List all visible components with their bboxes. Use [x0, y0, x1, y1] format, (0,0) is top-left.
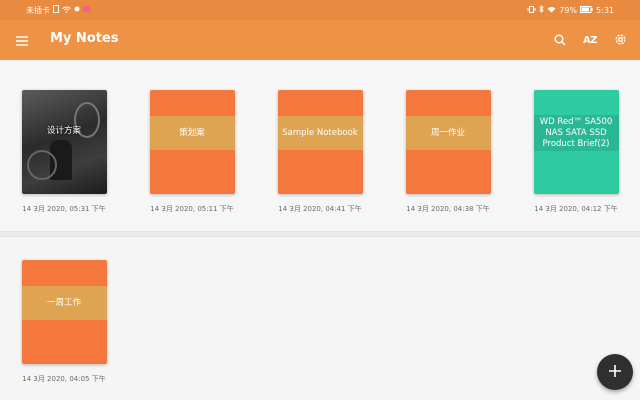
note-title: 一周工作 — [46, 297, 81, 308]
vibrate-icon — [527, 5, 536, 15]
notification-icon — [74, 6, 80, 14]
cover-band: Sample Notebook — [277, 116, 363, 150]
plus-icon — [608, 363, 622, 382]
status-bar-right: 79% 5:31 — [527, 4, 614, 15]
note-date: 14 3月 2020, 04:41 下午 — [278, 205, 362, 213]
wifi-signal-icon — [547, 6, 556, 15]
note-cover[interactable]: 设计方案 — [21, 90, 107, 194]
settings-button[interactable] — [610, 30, 630, 50]
carrier-label: 未插卡 — [26, 5, 50, 15]
note-item[interactable]: 策划案 14 3月 2020, 05:11 下午 — [132, 90, 252, 214]
battery-percent: 79% — [559, 5, 578, 15]
note-title: WD Red™ SA500 NAS SATA SSD Product Brief… — [539, 116, 613, 149]
add-note-button[interactable] — [597, 354, 633, 390]
note-date: 14 3月 2020, 04:12 下午 — [534, 205, 618, 213]
search-icon — [554, 31, 566, 50]
menu-button[interactable] — [14, 32, 30, 48]
battery-icon — [580, 5, 593, 15]
sort-button[interactable]: AZ — [580, 30, 600, 50]
note-item[interactable]: 设计方案 14 3月 2020, 05:31 下午 — [4, 90, 124, 214]
status-bar: 未插卡 79% 5:31 — [0, 0, 640, 20]
search-button[interactable] — [550, 30, 570, 50]
note-date: 14 3月 2020, 04:05 下午 — [22, 375, 106, 383]
app-bar: My Notes AZ — [0, 20, 640, 60]
page-title: My Notes — [50, 31, 119, 46]
menu-icon — [16, 31, 28, 50]
wifi-icon — [62, 6, 71, 15]
note-date: 14 3月 2020, 05:11 下午 — [150, 205, 234, 213]
status-bar-left: 未插卡 — [26, 5, 90, 16]
note-cover[interactable]: Sample Notebook — [277, 90, 363, 194]
settings-icon — [614, 31, 627, 50]
clock: 5:31 — [596, 5, 614, 15]
note-item[interactable]: WD Red™ SA500 NAS SATA SSD Product Brief… — [516, 90, 636, 214]
note-title: 周一作业 — [430, 127, 465, 138]
note-item[interactable]: 一周工作 14 3月 2020, 04:05 下午 — [4, 260, 124, 384]
cover-photo-basket-2 — [26, 150, 57, 180]
cover-band: WD Red™ SA500 NAS SATA SSD Product Brief… — [533, 115, 619, 151]
note-title: 策划案 — [179, 127, 205, 138]
note-cover[interactable]: 周一作业 — [405, 90, 491, 194]
note-date: 14 3月 2020, 04:38 下午 — [406, 205, 490, 213]
note-item[interactable]: 周一作业 14 3月 2020, 04:38 下午 — [388, 90, 508, 214]
note-date: 14 3月 2020, 05:31 下午 — [22, 205, 106, 213]
note-title: 设计方案 — [46, 126, 81, 136]
sort-az-icon: AZ — [583, 34, 598, 46]
cover-band: 策划案 — [149, 116, 235, 150]
note-cover[interactable]: WD Red™ SA500 NAS SATA SSD Product Brief… — [533, 90, 619, 194]
note-item[interactable]: Sample Notebook 14 3月 2020, 04:41 下午 — [260, 90, 380, 214]
bluetooth-icon — [539, 4, 544, 15]
note-cover[interactable]: 一周工作 — [21, 260, 107, 364]
app-notification-icon — [83, 6, 90, 14]
note-cover[interactable]: 策划案 — [149, 90, 235, 194]
cover-band: 周一作业 — [405, 116, 491, 150]
sim-icon — [53, 5, 59, 15]
cover-band: 一周工作 — [21, 286, 107, 320]
note-title: Sample Notebook — [282, 127, 358, 138]
